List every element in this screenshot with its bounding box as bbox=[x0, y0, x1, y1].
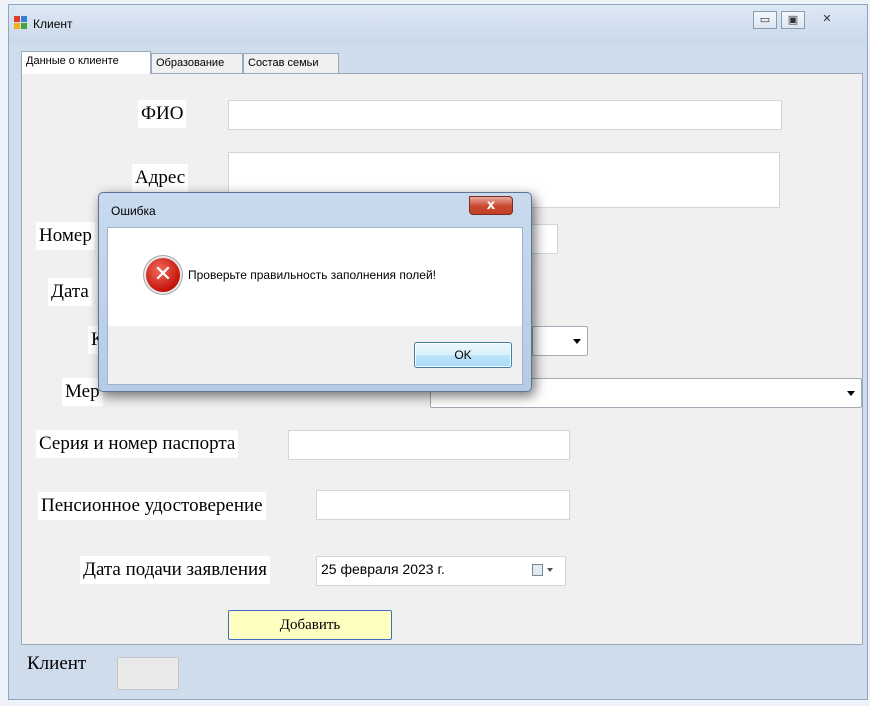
error-icon: ✕ bbox=[146, 258, 180, 292]
dialog-body: ✕ Проверьте правильность заполнения поле… bbox=[107, 227, 523, 385]
error-dialog: Ошибка x ✕ Проверьте правильность заполн… bbox=[98, 192, 532, 392]
fio-label: ФИО bbox=[138, 100, 187, 128]
client-status-box bbox=[117, 657, 179, 690]
title-bar[interactable]: Клиент ▭ ▣ ✕ bbox=[9, 5, 867, 45]
close-button[interactable]: ✕ bbox=[809, 11, 845, 29]
app-icon bbox=[14, 16, 28, 30]
phone-label: Номер bbox=[36, 222, 95, 250]
chevron-down-icon bbox=[847, 391, 855, 396]
client-status-label: Клиент bbox=[27, 653, 87, 674]
category-select[interactable] bbox=[532, 326, 588, 356]
application-date-value: 25 февраля 2023 г. bbox=[321, 561, 445, 577]
fio-input[interactable] bbox=[228, 100, 782, 130]
dialog-message: Проверьте правильность заполнения полей! bbox=[188, 268, 436, 282]
birthdate-label: Дата bbox=[48, 278, 92, 306]
pension-input[interactable] bbox=[316, 490, 570, 520]
calendar-icon[interactable] bbox=[532, 564, 543, 576]
application-date-picker[interactable]: 25 февраля 2023 г. bbox=[316, 556, 566, 586]
chevron-down-icon bbox=[547, 568, 553, 572]
tab-education[interactable]: Образование bbox=[151, 53, 243, 73]
passport-label: Серия и номер паспорта bbox=[36, 430, 239, 458]
maximize-button[interactable]: ▣ bbox=[781, 11, 805, 29]
pension-label: Пенсионное удостоверение bbox=[38, 492, 266, 520]
application-date-label: Дата подачи заявления bbox=[80, 556, 270, 584]
ok-button[interactable]: OK bbox=[414, 342, 512, 368]
passport-input[interactable] bbox=[288, 430, 570, 460]
window-title: Клиент bbox=[33, 17, 73, 31]
event-label: Мер bbox=[62, 378, 103, 406]
address-label: Адрес bbox=[132, 164, 189, 192]
tab-client-data[interactable]: Данные о клиенте bbox=[21, 51, 151, 74]
chevron-down-icon bbox=[573, 339, 581, 344]
dialog-close-button[interactable]: x bbox=[469, 196, 513, 215]
tab-family[interactable]: Состав семьи bbox=[243, 53, 339, 73]
dialog-title: Ошибка bbox=[111, 204, 156, 218]
add-button[interactable]: Добавить bbox=[228, 610, 392, 640]
minimize-button[interactable]: ▭ bbox=[753, 11, 777, 29]
